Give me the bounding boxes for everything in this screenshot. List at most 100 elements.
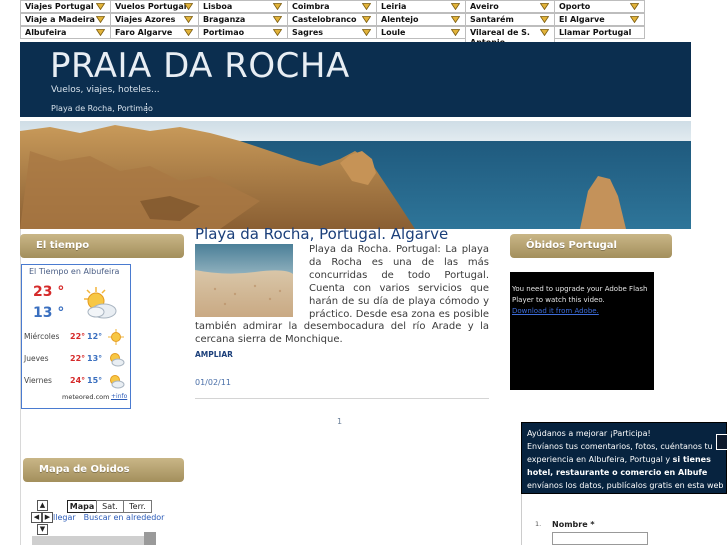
weather-brand[interactable]: meteored.com [62,393,109,401]
menu-item-label: Coimbra [292,2,330,11]
dropdown-arrow-icon [96,29,105,36]
flash-message-text: You need to upgrade your Adobe Flash Pla… [512,285,648,304]
flash-download-link[interactable]: Download it from Adobe. [512,307,599,315]
menu-item-label: Viajes Azores [115,15,176,24]
forecast-min: 15° [87,376,103,385]
feedback-form: 1. Nombre * [521,494,727,545]
menu-item-llamar-portugal[interactable]: Llamar Portugal [554,26,645,39]
name-field[interactable] [552,532,648,545]
dropdown-arrow-icon [540,3,549,10]
article-title[interactable]: Playa da Rocha, Portugal. Algarve [195,225,448,243]
map-type-terrain-button[interactable]: Terr. [123,500,152,513]
menu-item-albufeira[interactable]: Albufeira [20,26,111,39]
video-player[interactable]: You need to upgrade your Adobe Flash Pla… [510,272,654,390]
menu-item-viajes-portugal[interactable]: Viajes Portugal [20,0,111,13]
menu-item-label: Aveiro [470,2,499,11]
menu-item-label: Leiria [381,2,407,11]
dropdown-arrow-icon [362,29,371,36]
weather-widget[interactable]: El Tiempo en Albufeira 23 ° 13 ° Miércol… [21,264,131,409]
menu-item-label: Vuelos Portugal [115,2,187,11]
menu-item-sagres[interactable]: Sagres [287,26,377,39]
map-pan-down-icon[interactable]: ▼ [37,524,48,535]
menu-item-santarem[interactable]: Santarém [465,13,555,26]
dropdown-arrow-icon [184,3,193,10]
article-date: 01/02/11 [195,378,231,387]
menu-item-loule[interactable]: Loule [376,26,466,39]
thumbnail-spacer [195,244,309,317]
read-more-link[interactable]: AMPLIAR [195,350,233,359]
menu-item-oporto[interactable]: Oporto [554,0,645,13]
dropdown-arrow-icon [362,16,371,23]
forecast-day: Miércoles [24,332,60,341]
menu-item-label: Viajes Portugal [25,2,94,11]
menu-item-label: El Algarve [559,15,605,24]
feedback-text-bold: si tienes [672,455,711,464]
sun-cloud-icon [107,373,125,389]
site-tagline: Vuelos, viajes, hoteles... [51,85,160,95]
forecast-max: 22° [70,354,86,363]
menu-item-castelobranco[interactable]: Castelobranco [287,13,377,26]
map-widget[interactable]: ▲ ◀ ▶ ▼ Mapa Sat. Terr. llegar Buscar en … [24,492,184,545]
forecast-day: Jueves [24,354,49,363]
feedback-panel: Ayúdanos a mejorar ¡Participa! Envíanos … [521,422,727,494]
dropdown-arrow-icon [273,3,282,10]
weather-info-link[interactable]: +info [111,393,127,400]
pagination-current-page[interactable]: 1 [337,417,342,426]
menu-item-faro-algarve[interactable]: Faro Algarve [110,26,199,39]
feedback-text: Envíanos tus comentarios, fotos, cuéntan… [527,442,713,451]
dropdown-arrow-icon [184,29,193,36]
menu-item-braganza[interactable]: Braganza [198,13,288,26]
menu-item-lisboa[interactable]: Lisboa [198,0,288,13]
menu-item-leiria[interactable]: Leiria [376,0,466,13]
form-field-number: 1. [535,520,542,528]
dropdown-arrow-icon [630,16,639,23]
feedback-tab[interactable] [716,434,727,450]
sun-icon [107,329,125,345]
map-type-map-button[interactable]: Mapa [67,500,97,513]
menu-item-label: Portimao [203,28,245,37]
map-tiles[interactable] [32,536,156,545]
menu-item-label: Lisboa [203,2,233,11]
dropdown-arrow-icon [451,3,460,10]
header-nav-link[interactable]: Playa de Rocha, Portimao [51,104,153,113]
map-pan-up-icon[interactable]: ▲ [37,500,48,511]
dropdown-arrow-icon [630,3,639,10]
menu-item-vuelos-portugal[interactable]: Vuelos Portugal [110,0,199,13]
menu-item-label: Castelobranco [292,15,357,24]
map-type-satellite-button[interactable]: Sat. [96,500,124,513]
menu-item-portimao[interactable]: Portimao [198,26,288,39]
menu-item-label: Loule [381,28,406,37]
dropdown-arrow-icon [96,16,105,23]
menu-item-alentejo[interactable]: Alentejo [376,13,466,26]
forecast-min: 13° [87,354,103,363]
widget-title-obidos: Óbidos Portugal [510,234,672,258]
menu-item-viajes-azores[interactable]: Viajes Azores [110,13,199,26]
menu-item-label: Oporto [559,2,591,11]
menu-item-el-algarve[interactable]: El Algarve [554,13,645,26]
menu-item-label: Santarém [470,15,514,24]
dropdown-arrow-icon [540,29,549,36]
menu-item-aveiro[interactable]: Aveiro [465,0,555,13]
widget-title-tiempo: El tiempo [20,234,184,258]
menu-item-label: Viaje a Madeira [25,15,95,24]
divider [195,398,489,399]
flash-message: You need to upgrade your Adobe Flash Pla… [512,284,652,317]
map-links: llegar Buscar en alrededor [53,513,172,522]
dropdown-arrow-icon [362,3,371,10]
menu-item-label: Faro Algarve [115,28,173,37]
sun-cloud-icon [78,285,118,321]
map-pan-right-icon[interactable]: ▶ [42,512,53,523]
map-tiles[interactable] [144,532,156,545]
feedback-text-part: experiencia en Albufeira, Portugal y [527,455,671,464]
site-title[interactable]: PRAIA DA ROCHA [50,46,350,86]
feedback-text: envíanos los datos, publícalos gratis en… [527,481,724,490]
dropdown-arrow-icon [451,29,460,36]
forecast-max: 24° [70,376,86,385]
feedback-text: experiencia en Albufeira, Portugal y si … [527,453,721,466]
dropdown-arrow-icon [273,16,282,23]
map-search-nearby-link[interactable]: Buscar en alrededor [84,513,165,522]
map-pan-left-icon[interactable]: ◀ [31,512,42,523]
menu-item-coimbra[interactable]: Coimbra [287,0,377,13]
map-directions-link[interactable]: llegar [53,513,76,522]
menu-item-viaje-madeira[interactable]: Viaje a Madeira [20,13,111,26]
